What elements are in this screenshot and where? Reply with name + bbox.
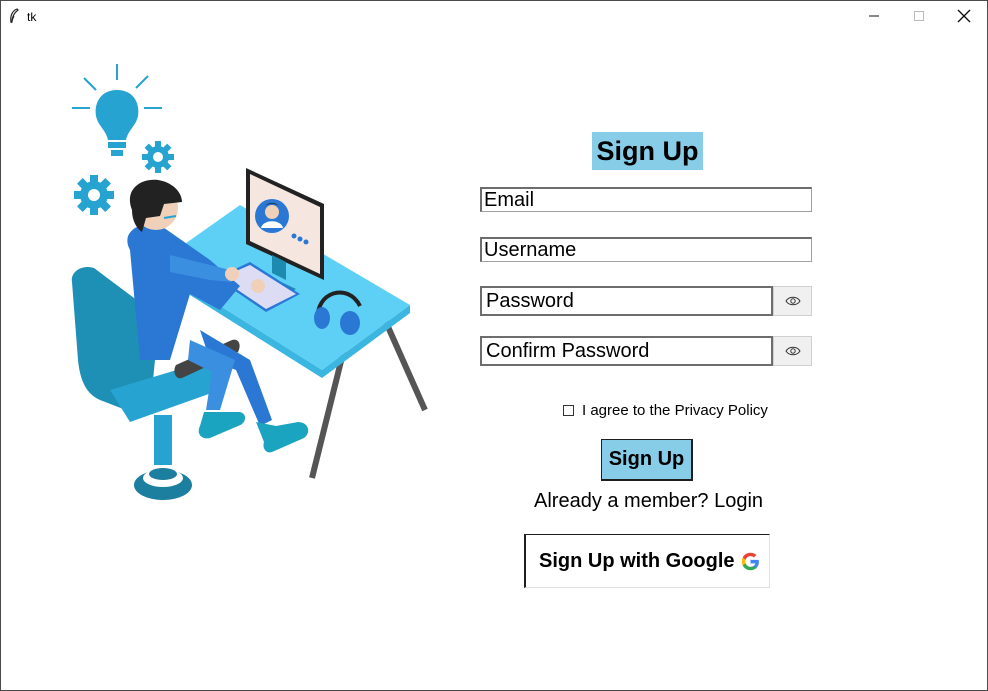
- gear-icon: [142, 141, 174, 173]
- google-g-icon: [741, 552, 759, 570]
- show-password-button[interactable]: [773, 286, 812, 316]
- google-sign-up-label: Sign Up with Google: [539, 549, 735, 572]
- lightbulb-icon: [72, 64, 162, 156]
- confirm-password-field[interactable]: Confirm Password: [480, 336, 773, 366]
- title-bar[interactable]: tk: [1, 1, 987, 31]
- window-title: tk: [27, 10, 37, 24]
- feather-icon: [10, 8, 19, 24]
- password-field[interactable]: Password: [480, 286, 773, 316]
- maximize-icon: [914, 11, 924, 21]
- login-link[interactable]: Already a member? Login: [534, 490, 763, 513]
- minimize-button[interactable]: [851, 1, 897, 31]
- gear-icon: [74, 175, 114, 215]
- minimize-icon: [869, 15, 879, 17]
- developer-at-desk-illustration: [71, 64, 428, 500]
- google-sign-up-button[interactable]: Sign Up with Google: [524, 534, 770, 588]
- close-button[interactable]: [941, 1, 987, 31]
- email-field[interactable]: Email: [480, 187, 812, 212]
- privacy-policy-label[interactable]: I agree to the Privacy Policy: [582, 402, 768, 419]
- eye-icon: [784, 346, 801, 356]
- page-title: Sign Up: [592, 132, 703, 170]
- maximize-button[interactable]: [896, 1, 942, 31]
- show-confirm-password-button[interactable]: [773, 336, 812, 366]
- sign-up-button[interactable]: Sign Up: [601, 439, 693, 481]
- eye-icon: [784, 296, 801, 306]
- username-field[interactable]: Username: [480, 237, 812, 262]
- close-icon: [957, 9, 971, 23]
- privacy-policy-checkbox[interactable]: [563, 405, 574, 416]
